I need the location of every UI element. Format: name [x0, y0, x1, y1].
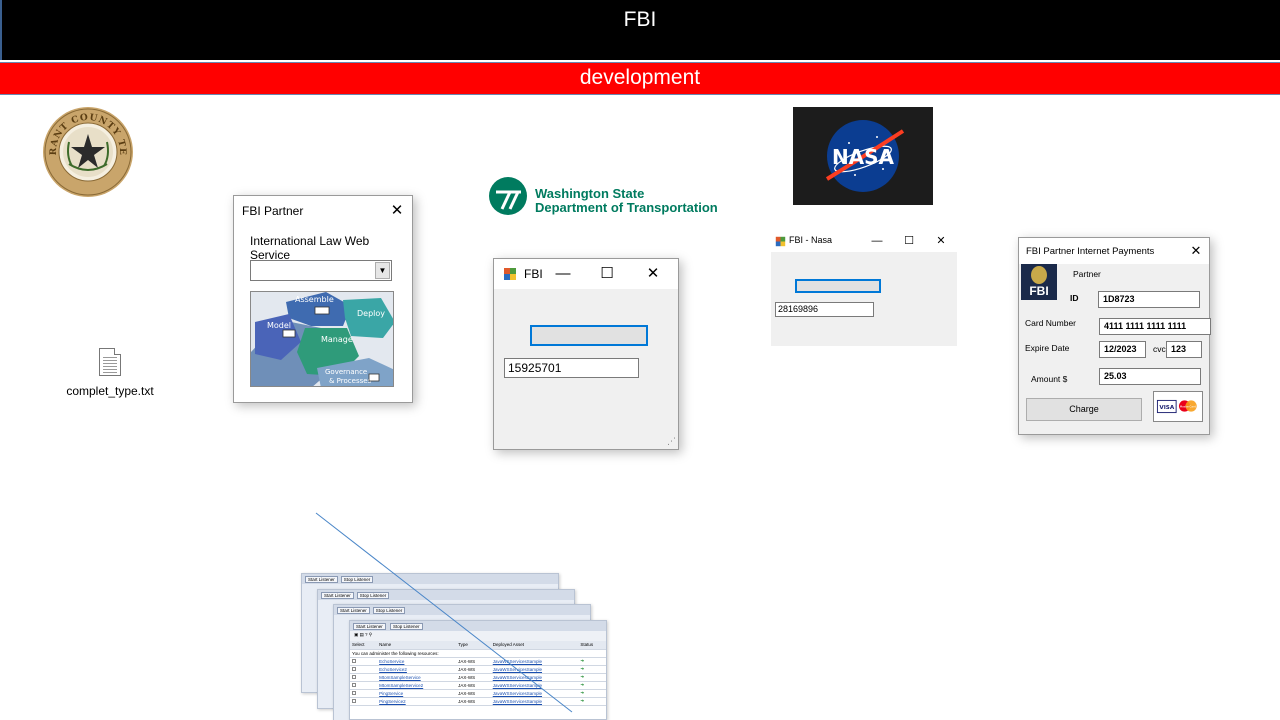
fbi-badge-logo: FBI [1021, 264, 1057, 300]
minimize-icon[interactable]: — [548, 259, 578, 289]
app-icon [504, 268, 516, 280]
svg-text:Manage: Manage [321, 335, 353, 344]
close-icon[interactable]: ✕ [925, 230, 957, 252]
amount-field[interactable]: 25.03 [1099, 368, 1201, 385]
soa-lifecycle-diagram: Assemble Deploy Model Manage Governance … [250, 291, 394, 387]
wsdot-logo: Washington State Department of Transport… [488, 176, 733, 216]
listener-table: Select Name Type Deployed Asset Status Y… [350, 641, 606, 706]
wsdot-emblem-icon [489, 177, 527, 215]
minimize-icon[interactable]: — [861, 230, 893, 252]
close-icon[interactable]: ✕ [382, 196, 412, 226]
start-listener-button[interactable]: Start Listener [353, 623, 386, 630]
app-icon [775, 236, 786, 247]
svg-text:NASA: NASA [832, 145, 895, 169]
svg-text:Assemble: Assemble [295, 295, 334, 304]
chevron-down-icon[interactable]: ▼ [375, 262, 390, 279]
table-row: MtomSampleService2 JAX-WS JavaWSServicesSa… [350, 681, 606, 690]
close-icon[interactable]: ✕ [638, 259, 668, 289]
partner-label: Partner [1073, 269, 1101, 279]
window-title: FBI [524, 267, 543, 281]
svg-text:Deploy: Deploy [357, 309, 385, 318]
action-button[interactable] [530, 325, 648, 346]
maximize-icon[interactable]: ☐ [592, 259, 622, 289]
svg-text:VISA: VISA [1159, 405, 1174, 411]
window-titlebar[interactable]: FBI Partner ✕ [234, 196, 412, 226]
credit-cards-icon: VISA MasterCard [1153, 391, 1203, 422]
window-titlebar[interactable]: FBI - Nasa — ☐ ✕ [771, 230, 957, 252]
action-button[interactable] [795, 279, 881, 293]
environment-label: development [579, 66, 701, 89]
result-field[interactable]: 15925701 [504, 358, 639, 378]
cvc-label: cvc [1153, 344, 1166, 354]
cvc-field[interactable]: 123 [1166, 341, 1202, 358]
console-toolbar: ▣ ▤ ? ⚲ [350, 631, 606, 641]
table-row: PingService2 JAX-WS JavaWSServicesSample ➜ [350, 697, 606, 706]
wsdot-line1: Washington State [535, 186, 645, 201]
id-label: ID [1070, 293, 1079, 303]
svg-text:& Processes: & Processes [329, 377, 372, 385]
svg-text:MasterCard: MasterCard [1180, 404, 1196, 408]
amount-label: Amount $ [1031, 374, 1068, 384]
payments-window: FBI Partner Internet Payments ✕ FBI Part… [1018, 237, 1211, 435]
maximize-icon[interactable]: ☐ [893, 230, 925, 252]
window-title: FBI Partner Internet Payments [1026, 246, 1155, 257]
fbi-nasa-window: FBI - Nasa — ☐ ✕ 28169896 [771, 230, 957, 346]
svg-text:Model: Model [267, 321, 291, 330]
tarrant-county-seal-logo: TARRANT COUNTY TEXAS [42, 106, 133, 197]
listener-console-front-page: Start Listener Stop Listener ▣ ▤ ? ⚲ Sel… [349, 620, 607, 720]
close-icon[interactable]: ✕ [1183, 238, 1209, 264]
service-dropdown[interactable]: ▼ [250, 260, 392, 281]
charge-button[interactable]: Charge [1026, 398, 1142, 421]
window-titlebar[interactable]: FBI Partner Internet Payments ✕ [1019, 238, 1209, 264]
desktop-file-complet-type[interactable]: complet_type.txt [62, 348, 158, 398]
page-title: FBI [623, 8, 657, 31]
stop-listener-button[interactable]: Stop Listener [390, 623, 423, 630]
table-row: EchoService2 JAX-WS JavaWSServicesSample ➜ [350, 665, 606, 674]
wsdot-line2: Department of Transportation [535, 200, 718, 215]
resize-grip-icon[interactable]: ⋰ [667, 436, 676, 447]
svg-text:Governance: Governance [325, 368, 367, 376]
expire-date-field[interactable]: 12/2023 [1099, 341, 1146, 358]
expire-date-label: Expire Date [1025, 343, 1070, 353]
fbi-window: FBI — ☐ ✕ 15925701 ⋰ [493, 258, 679, 450]
service-heading: International Law Web Service [250, 234, 370, 262]
id-field[interactable]: 1D8723 [1098, 291, 1200, 308]
window-title: FBI Partner [242, 204, 304, 218]
fbi-partner-window: FBI Partner ✕ International Law Web Serv… [233, 195, 413, 403]
card-number-field[interactable]: 4111 1111 1111 1111 [1099, 318, 1211, 335]
window-titlebar[interactable]: FBI — ☐ ✕ [494, 259, 678, 289]
card-number-label: Card Number [1025, 318, 1077, 328]
text-file-icon [99, 348, 121, 376]
file-name-label: complet_type.txt [66, 384, 154, 398]
table-row: MtomSampleService JAX-WS JavaWSServicesSam… [350, 673, 606, 682]
environment-banner: development [0, 62, 1280, 95]
window-title: FBI - Nasa [789, 235, 833, 245]
nasa-logo: NASA [793, 107, 933, 205]
top-banner: FBI [0, 0, 1280, 60]
table-row: PingService JAX-WS JavaWSServicesSample ➜ [350, 689, 606, 698]
table-row: EchoService JAX-WS JavaWSServicesSample ➜ [350, 657, 606, 666]
result-field[interactable]: 28169896 [775, 302, 874, 317]
